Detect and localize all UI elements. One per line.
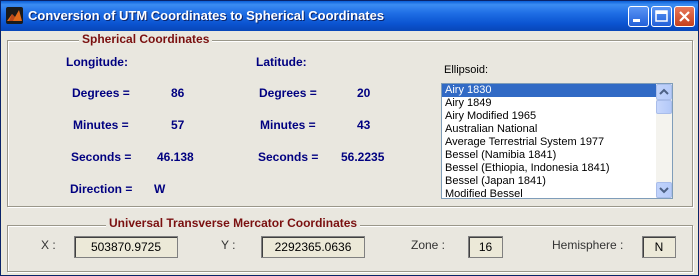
hemisphere-field[interactable]: N — [642, 236, 676, 258]
ellipsoid-label: Ellipsoid: — [444, 64, 489, 76]
list-item[interactable]: Bessel (Ethiopia, Indonesia 1841) — [442, 162, 672, 175]
window-title: Conversion of UTM Coordinates to Spheric… — [28, 8, 385, 23]
vertical-scrollbar[interactable] — [656, 84, 672, 198]
longitude-minutes-value: 57 — [171, 118, 185, 132]
zone-field[interactable]: 16 — [468, 236, 503, 258]
longitude-header: Longitude: — [66, 55, 128, 69]
longitude-direction-value: W — [154, 182, 166, 196]
chevron-up-icon — [659, 88, 669, 95]
x-label: X : — [41, 238, 56, 252]
minimize-button[interactable] — [628, 6, 649, 27]
y-label: Y : — [221, 238, 236, 252]
hemisphere-label: Hemisphere : — [552, 238, 624, 252]
latitude-seconds-value: 56.2235 — [341, 150, 385, 164]
list-item[interactable]: Australian National — [442, 123, 672, 136]
list-item[interactable]: Airy 1849 — [442, 97, 672, 110]
longitude-degrees-label: Degrees = — [72, 86, 130, 100]
longitude-minutes-label: Minutes = — [73, 118, 129, 132]
list-item[interactable]: Average Terrestrial System 1977 — [442, 136, 672, 149]
scroll-up-button[interactable] — [656, 84, 672, 100]
ellipsoid-options: Airy 1830 Airy 1849 Airy Modified 1965 A… — [442, 84, 672, 198]
close-button[interactable] — [674, 6, 695, 27]
close-icon — [679, 11, 690, 22]
client-area: Spherical Coordinates Longitude: Degrees… — [4, 31, 696, 274]
ellipsoid-listbox[interactable]: Airy 1830 Airy 1849 Airy Modified 1965 A… — [441, 83, 673, 199]
utm-legend: Universal Transverse Mercator Coordinate… — [106, 216, 361, 230]
x-field[interactable]: 503870.9725 — [74, 236, 178, 258]
latitude-minutes-label: Minutes = — [260, 118, 316, 132]
app-window: Conversion of UTM Coordinates to Spheric… — [0, 0, 699, 276]
maximize-button[interactable] — [651, 6, 672, 27]
list-item[interactable]: Bessel (Namibia 1841) — [442, 149, 672, 162]
latitude-seconds-label: Seconds = — [258, 150, 319, 164]
zone-label: Zone : — [411, 238, 446, 252]
minimize-icon — [633, 19, 640, 22]
matlab-icon — [6, 7, 23, 24]
longitude-direction-label: Direction = — [70, 182, 133, 196]
longitude-degrees-value: 86 — [171, 86, 185, 100]
list-item[interactable]: Modified Bessel — [442, 188, 672, 198]
latitude-header: Latitude: — [256, 55, 307, 69]
latitude-degrees-label: Degrees = — [259, 86, 317, 100]
spherical-legend: Spherical Coordinates — [79, 32, 213, 46]
longitude-seconds-label: Seconds = — [71, 150, 132, 164]
list-item[interactable]: Bessel (Japan 1841) — [442, 175, 672, 188]
list-item[interactable]: Airy Modified 1965 — [442, 110, 672, 123]
scroll-down-button[interactable] — [656, 182, 672, 198]
list-item[interactable]: Airy 1830 — [442, 84, 672, 97]
chevron-down-icon — [659, 187, 669, 194]
title-bar[interactable]: Conversion of UTM Coordinates to Spheric… — [1, 1, 698, 31]
maximize-icon — [655, 10, 668, 22]
latitude-degrees-value: 20 — [357, 86, 371, 100]
latitude-minutes-value: 43 — [357, 118, 371, 132]
y-field[interactable]: 2292365.0636 — [261, 236, 365, 258]
scroll-thumb[interactable] — [656, 100, 672, 114]
longitude-seconds-value: 46.138 — [157, 150, 194, 164]
